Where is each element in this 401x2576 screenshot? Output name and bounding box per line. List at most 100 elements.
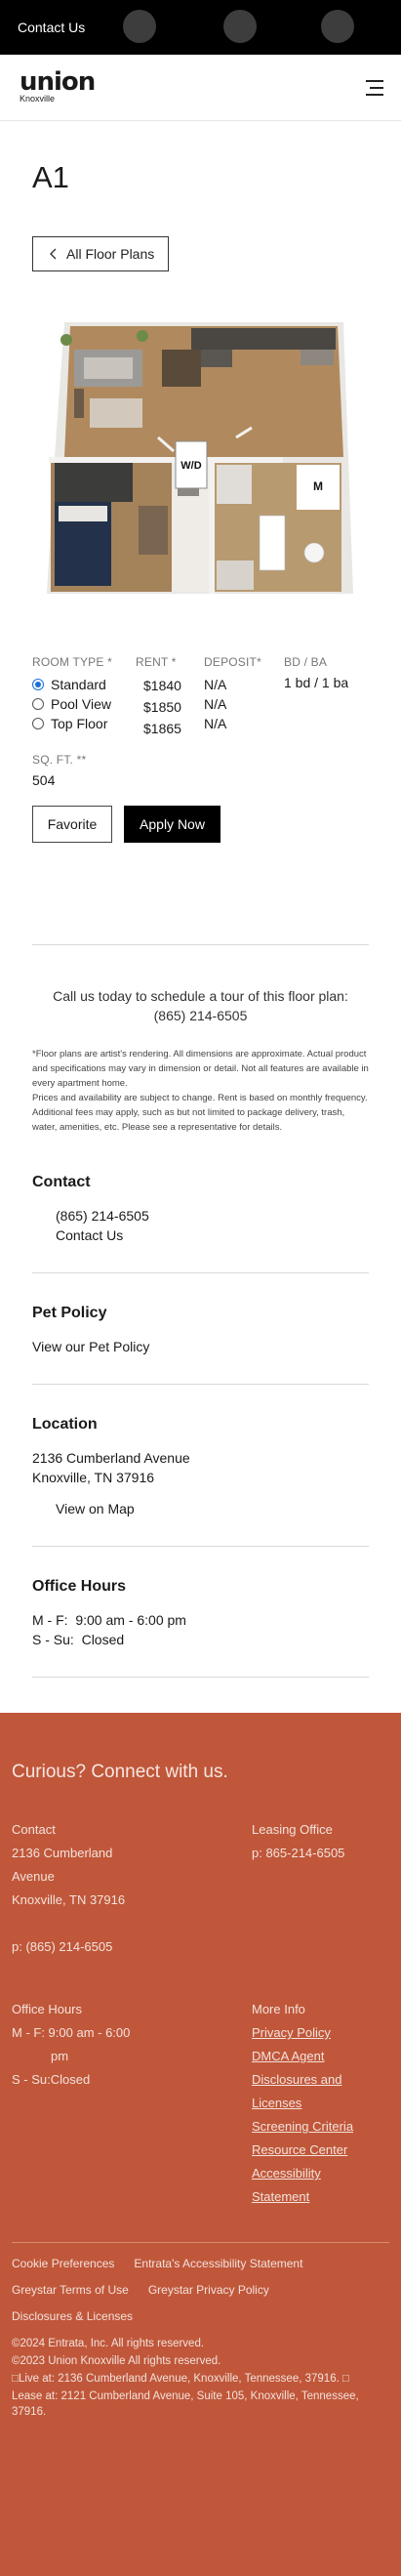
disclosures-link[interactable]: Disclosures and — [252, 2068, 389, 2092]
footer-address: 2136 Cumberland — [12, 1846, 113, 1860]
master-closet-label: M — [313, 479, 323, 493]
floor-plan-image: W/D M — [47, 322, 353, 594]
deposit-value: N/A — [204, 696, 227, 712]
favorite-button[interactable]: Favorite — [32, 806, 112, 843]
room-type-option-pool-view[interactable]: Pool View — [32, 694, 136, 714]
rent-column: RENT * $1840 $1850 $1865 — [136, 655, 204, 739]
greystar-terms-link[interactable]: Greystar Terms of Use — [12, 2283, 129, 2297]
footer-more-info: More Info Privacy Policy DMCA Agent Disc… — [252, 1998, 389, 2209]
copyright-text: ©2024 Entrata, Inc. All rights reserved. — [12, 2338, 205, 2349]
pet-policy-link[interactable]: View our Pet Policy — [32, 1337, 369, 1356]
footer-leasing-phone[interactable]: p: 865-214-6505 — [252, 1842, 389, 1865]
menu-icon[interactable] — [362, 77, 383, 99]
pet-policy-heading: Pet Policy — [32, 1305, 107, 1321]
bed-bath-label: BD / BA — [284, 655, 328, 669]
logo[interactable]: union Knoxville — [20, 67, 96, 104]
contact-heading: Contact — [32, 1174, 91, 1190]
screening-criteria-link[interactable]: Screening Criteria — [252, 2115, 389, 2139]
chevron-left-icon — [50, 248, 57, 260]
footer-columns: Office Hours M - F: 9:00 am - 6:00 pm S … — [12, 1998, 389, 2209]
disclaimer-floorplans: *Floor plans are artist's rendering. All… — [32, 1049, 369, 1089]
footer-hours: Office Hours M - F: 9:00 am - 6:00 pm S … — [12, 1998, 252, 2209]
footer-contact-label: Contact — [12, 1822, 56, 1837]
entrata-accessibility-link[interactable]: Entrata's Accessibility Statement — [134, 2257, 302, 2270]
footer-address: Avenue — [12, 1869, 55, 1884]
contact-us-link[interactable]: Contact Us — [18, 20, 85, 35]
call-phone[interactable]: (865) 214-6505 — [32, 1006, 369, 1025]
all-floor-plans-label: All Floor Plans — [66, 246, 155, 262]
logo-text: union — [20, 67, 96, 97]
hours-row: M - F: 9:00 am - 6:00 pm — [32, 1612, 186, 1628]
copyright-text: □Live at: 2136 Cumberland Avenue, Knoxvi… — [12, 2373, 349, 2385]
office-hours-heading: Office Hours — [32, 1578, 127, 1595]
disclosures-link[interactable]: Licenses — [252, 2092, 389, 2115]
footer-leasing: Leasing Office p: 865-214-6505 — [252, 1818, 389, 1959]
greystar-privacy-link[interactable]: Greystar Privacy Policy — [148, 2283, 269, 2297]
footer-more-label: More Info — [252, 2002, 305, 2016]
rent-value: $1840 — [143, 678, 181, 693]
footer-bottom: Cookie Preferences Entrata's Accessibili… — [12, 2242, 389, 2420]
bed-bath-column: BD / BA 1 bd / 1 ba — [284, 655, 348, 739]
room-type-column: ROOM TYPE * Standard Pool View Top Floor — [32, 655, 136, 739]
footer-address: Knoxville, TN 37916 — [12, 1892, 126, 1907]
washer-dryer-label: W/D — [180, 460, 201, 472]
hours-row: S - Su: Closed — [32, 1632, 125, 1647]
resource-center-link[interactable]: Resource Center — [252, 2139, 389, 2162]
main-content: A1 All Floor Plans W/D M ROOM TYPE * Sta… — [0, 160, 401, 1678]
disclosures-licenses-link[interactable]: Disclosures & Licenses — [12, 2309, 133, 2323]
deposit-value: N/A — [204, 677, 227, 692]
room-type-option-standard[interactable]: Standard — [32, 675, 136, 694]
office-hours-section: Office Hours M - F: 9:00 am - 6:00 pm S … — [32, 1578, 369, 1678]
site-footer: Curious? Connect with us. Contact 2136 C… — [0, 1713, 401, 2576]
room-type-option-top-floor[interactable]: Top Floor — [32, 714, 136, 733]
location-heading: Location — [32, 1416, 98, 1433]
social-icon[interactable] — [321, 10, 354, 43]
address-line: Knoxville, TN 37916 — [32, 1470, 155, 1485]
footer-heading: Curious? Connect with us. — [12, 1762, 228, 1782]
social-icon[interactable] — [223, 10, 257, 43]
apply-now-button[interactable]: Apply Now — [124, 806, 221, 843]
footer-phone[interactable]: p: (865) 214-6505 — [12, 1935, 252, 1959]
call-text: Call us today to schedule a tour of this… — [53, 988, 348, 1004]
contact-section: Contact (865) 214-6505 Contact Us — [32, 1174, 369, 1273]
contact-us-link[interactable]: Contact Us — [32, 1226, 369, 1245]
page-title: A1 — [32, 160, 69, 194]
view-on-map-link[interactable]: View on Map — [32, 1499, 369, 1518]
accessibility-statement-link[interactable]: Statement — [252, 2185, 389, 2209]
square-feet: SQ. FT. ** 504 — [32, 753, 369, 788]
dmca-agent-link[interactable]: DMCA Agent — [252, 2045, 389, 2068]
radio-icon[interactable] — [32, 698, 44, 710]
rent-value: $1850 — [143, 699, 181, 715]
plan-details: ROOM TYPE * Standard Pool View Top Floor… — [32, 655, 369, 739]
footer-hours-mf-cont: pm — [51, 2049, 69, 2063]
rent-label: RENT * — [136, 655, 177, 669]
top-bar: Contact Us — [0, 0, 401, 55]
contact-phone[interactable]: (865) 214-6505 — [32, 1206, 369, 1226]
rent-value: $1865 — [143, 721, 181, 736]
footer-hours-mf: M - F: 9:00 am - 6:00 — [12, 2025, 131, 2040]
room-type-label: ROOM TYPE * — [32, 655, 112, 669]
copyright-text: ©2023 Union Knoxville All rights reserve… — [12, 2355, 221, 2367]
footer-hours-label: Office Hours — [12, 2002, 83, 2016]
radio-icon[interactable] — [32, 718, 44, 729]
plan-actions: Favorite Apply Now — [32, 806, 369, 843]
deposit-column: DEPOSIT* N/A N/A N/A — [204, 655, 284, 739]
disclaimer: *Floor plans are artist's rendering. All… — [32, 1047, 369, 1135]
radio-selected-icon[interactable] — [32, 679, 44, 690]
footer-contact: Contact 2136 Cumberland Avenue Knoxville… — [12, 1818, 252, 1959]
all-floor-plans-button[interactable]: All Floor Plans — [32, 236, 170, 271]
footer-columns: Contact 2136 Cumberland Avenue Knoxville… — [12, 1818, 389, 1959]
pet-policy-section: Pet Policy View our Pet Policy — [32, 1305, 369, 1385]
copyright-text: Lease at: 2121 Cumberland Avenue, Suite … — [12, 2390, 359, 2418]
footer-hours-ss: S - Su:Closed — [12, 2072, 91, 2087]
deposit-label: DEPOSIT* — [204, 655, 261, 669]
footer-leasing-label: Leasing Office — [252, 1822, 333, 1837]
accessibility-statement-link[interactable]: Accessibility — [252, 2162, 389, 2185]
social-icon[interactable] — [123, 10, 156, 43]
call-to-action: Call us today to schedule a tour of this… — [32, 944, 369, 1025]
site-header: union Knoxville — [0, 55, 401, 121]
disclaimer-pricing: Prices and availability are subject to c… — [32, 1093, 368, 1133]
privacy-policy-link[interactable]: Privacy Policy — [252, 2021, 389, 2045]
cookie-preferences-link[interactable]: Cookie Preferences — [12, 2257, 114, 2270]
square-feet-value: 504 — [32, 772, 56, 788]
